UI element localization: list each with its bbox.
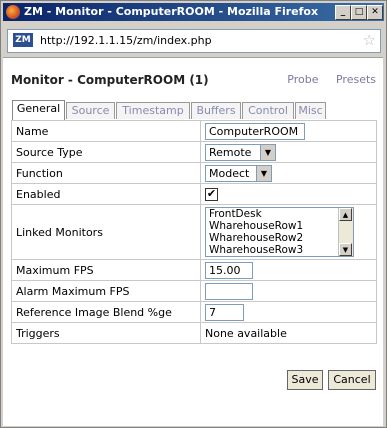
triggers-label: Triggers [11, 322, 201, 344]
firefox-icon [6, 5, 20, 19]
cancel-button[interactable]: Cancel [328, 370, 376, 390]
enabled-checkbox[interactable]: ✔ [205, 187, 218, 201]
window-title: ZM - Monitor - ComputerROOM - Mozilla Fi… [24, 5, 319, 18]
linked-monitors-listbox[interactable]: FrontDesk WharehouseRow1 WharehouseRow2 … [205, 207, 354, 257]
tab-control[interactable]: Control [242, 102, 294, 119]
page-title: Monitor - ComputerROOM (1) [11, 73, 209, 87]
list-item[interactable]: WharehouseRow1 [206, 220, 353, 232]
page-content: Monitor - ComputerROOM (1) Probe Presets… [3, 57, 383, 426]
triggers-value: None available [200, 322, 377, 344]
function-select[interactable]: Modect ▼ [205, 164, 272, 182]
source-type-label: Source Type [11, 141, 201, 163]
table-row: Enabled ✔ [11, 183, 377, 205]
tab-timestamp[interactable]: Timestamp [116, 102, 190, 119]
table-row: Function Modect ▼ [11, 162, 377, 184]
chevron-down-icon: ▼ [260, 144, 275, 160]
browser-window: ZM - Monitor - ComputerROOM - Mozilla Fi… [0, 0, 387, 428]
function-value: Modect [209, 166, 250, 180]
linked-monitors-label: Linked Monitors [11, 204, 201, 260]
function-label: Function [11, 162, 201, 184]
save-button[interactable]: Save [287, 370, 323, 390]
address-bar[interactable]: ZM http://192.1.1.15/zm/index.php ☆ [7, 29, 381, 53]
tab-source[interactable]: Source [66, 102, 115, 119]
url-text[interactable]: http://192.1.1.15/zm/index.php [40, 34, 212, 47]
probe-link[interactable]: Probe [287, 73, 318, 86]
minimize-button[interactable]: _ [335, 5, 351, 20]
scroll-down-icon[interactable]: ▼ [339, 243, 352, 256]
bookmark-star-icon[interactable]: ☆ [363, 31, 376, 49]
site-favicon-icon: ZM [13, 33, 33, 47]
maximize-button[interactable]: □ [351, 5, 367, 20]
monitor-general-form: Name ComputerROOM Source Type Remote ▼ Fu… [11, 120, 377, 344]
table-row: Linked Monitors FrontDesk WharehouseRow1… [11, 204, 377, 260]
header-links: Probe Presets [273, 73, 376, 86]
title-bar: ZM - Monitor - ComputerROOM - Mozilla Fi… [3, 3, 384, 21]
listbox-scrollbar[interactable]: ▲ ▼ [338, 208, 353, 256]
alarm-max-fps-input[interactable] [205, 282, 253, 300]
list-item[interactable]: FrontDesk [206, 208, 353, 220]
ref-blend-label: Reference Image Blend %ge [11, 301, 201, 323]
alarm-max-fps-label: Alarm Maximum FPS [11, 280, 201, 302]
tab-misc[interactable]: Misc [295, 102, 326, 119]
table-row: Triggers None available [11, 322, 377, 344]
source-type-value: Remote [209, 145, 252, 159]
table-row: Source Type Remote ▼ [11, 141, 377, 163]
list-item[interactable]: WharehouseRow2 [206, 232, 353, 244]
presets-link[interactable]: Presets [336, 73, 376, 86]
chevron-down-icon: ▼ [256, 165, 271, 181]
table-row: Maximum FPS 15.00 [11, 259, 377, 281]
table-row: Reference Image Blend %ge 7 [11, 301, 377, 323]
scroll-up-icon[interactable]: ▲ [339, 208, 352, 221]
list-item[interactable]: WharehouseRow3 [206, 244, 353, 256]
name-input[interactable]: ComputerROOM [205, 122, 305, 140]
ref-blend-input[interactable]: 7 [205, 303, 244, 321]
table-row: Name ComputerROOM [11, 120, 377, 142]
max-fps-input[interactable]: 15.00 [205, 261, 253, 279]
name-label: Name [11, 120, 201, 142]
close-button[interactable]: ✕ [367, 5, 383, 20]
tab-buffers[interactable]: Buffers [191, 102, 241, 119]
enabled-label: Enabled [11, 183, 201, 205]
table-row: Alarm Maximum FPS [11, 280, 377, 302]
tab-general[interactable]: General [12, 100, 65, 120]
source-type-select[interactable]: Remote ▼ [205, 143, 276, 161]
max-fps-label: Maximum FPS [11, 259, 201, 281]
